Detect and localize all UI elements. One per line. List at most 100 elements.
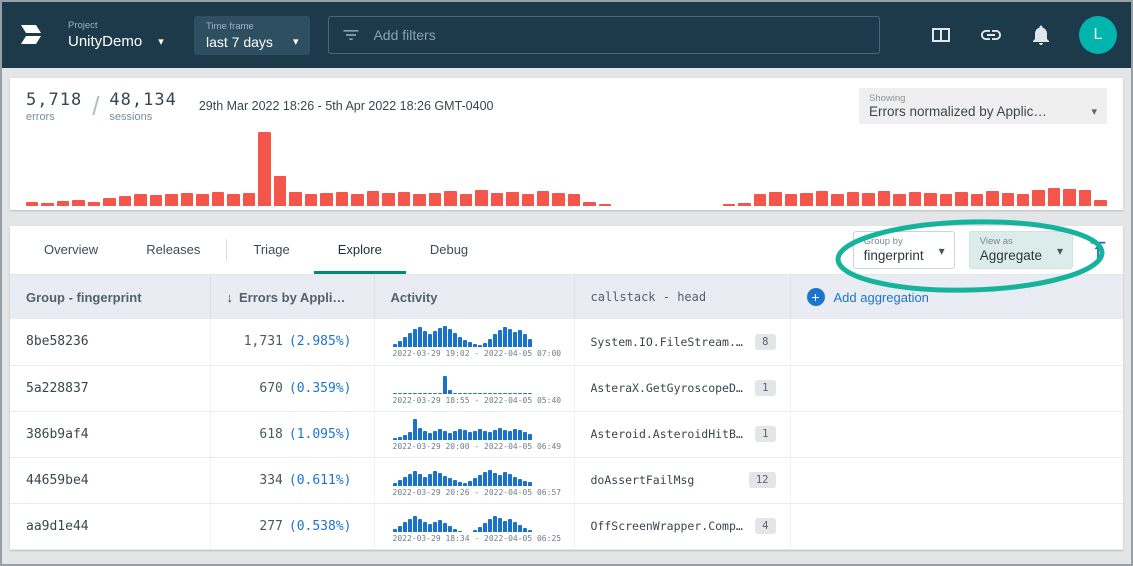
activity-cell: 2022-03-29 18:55 - 2022-04-05 05:40 (374, 365, 574, 411)
filter-input[interactable] (371, 26, 867, 44)
chevron-down-icon: ▾ (293, 35, 299, 48)
table-row[interactable]: 8be58236 1,731(2.985%) 2022-03-29 19:02 … (10, 319, 1123, 365)
plus-icon: + (807, 288, 825, 306)
avatar-letter: L (1094, 26, 1103, 44)
activity-range: 2022-03-29 20:00 - 2022-04-05 06:49 (393, 442, 573, 451)
activity-range: 2022-03-29 20:26 - 2022-04-05 06:57 (393, 488, 573, 497)
fingerprint-cell[interactable]: aa9d1e44 (10, 503, 210, 549)
count-badge: 1 (755, 426, 775, 442)
project-value: UnityDemo (68, 33, 142, 50)
timeframe-label: Time frame (206, 21, 298, 32)
filter-bar[interactable] (328, 16, 880, 54)
view-as-label: View as (980, 236, 1042, 247)
callstack-text: OffScreenWrapper.Compe… (591, 519, 748, 533)
tabs-bar: Overview Releases Triage Explore Debug G… (10, 226, 1123, 275)
link-icon[interactable] (979, 23, 1003, 47)
group-by-dropdown[interactable]: Group by fingerprint ▾ (853, 231, 955, 269)
activity-sparkline (393, 510, 543, 532)
activity-cell: 2022-03-29 19:02 - 2022-04-05 07:00 (374, 319, 574, 365)
stats-row: 5,718 errors / 48,134 sessions 29th Mar … (26, 86, 1107, 126)
explore-controls: Group by fingerprint ▾ View as Aggregate… (853, 231, 1113, 269)
aggregation-cell (790, 365, 1123, 411)
errors-cell: 618(1.095%) (210, 411, 374, 457)
count-badge: 12 (749, 472, 776, 488)
timeframe-value: last 7 days (206, 34, 273, 50)
stats-panel: 5,718 errors / 48,134 sessions 29th Mar … (10, 78, 1123, 210)
aggregation-cell (790, 411, 1123, 457)
tab-debug[interactable]: Debug (406, 226, 492, 274)
tab-triage[interactable]: Triage (229, 226, 313, 274)
activity-range: 2022-03-29 18:55 - 2022-04-05 05:40 (393, 396, 573, 405)
errors-histogram[interactable] (26, 130, 1107, 206)
tab-explore[interactable]: Explore (314, 226, 406, 274)
layout-columns-icon[interactable] (929, 23, 953, 47)
sessions-count: 48,134 (109, 90, 176, 110)
chevron-down-icon: ▾ (1091, 105, 1097, 118)
activity-sparkline (393, 418, 543, 440)
callstack-text: AsteraX.GetGyroscopeDe… (591, 381, 748, 395)
activity-cell: 2022-03-29 20:26 - 2022-04-05 06:57 (374, 457, 574, 503)
fingerprint-cell[interactable]: 386b9af4 (10, 411, 210, 457)
callstack-cell: System.IO.FileStream.… 8 (574, 319, 790, 365)
filter-icon (341, 25, 361, 45)
callstack-cell: doAssertFailMsg 12 (574, 457, 790, 503)
table-row[interactable]: 386b9af4 618(1.095%) 2022-03-29 20:00 - … (10, 411, 1123, 457)
count-badge: 4 (755, 518, 775, 534)
errors-cell: 1,731(2.985%) (210, 319, 374, 365)
chevron-down-icon: ▾ (939, 244, 945, 258)
aggregation-cell (790, 503, 1123, 549)
activity-range: 2022-03-29 19:02 - 2022-04-05 07:00 (393, 349, 573, 358)
errors-label: errors (26, 111, 82, 123)
table-row[interactable]: 44659be4 334(0.611%) 2022-03-29 20:26 - … (10, 457, 1123, 503)
fingerprint-cell[interactable]: 8be58236 (10, 319, 210, 365)
errors-count: 5,718 (26, 90, 82, 110)
timeframe-selector[interactable]: Time frame last 7 days ▾ (194, 16, 310, 55)
column-header-callstack[interactable]: callstack - head (574, 275, 790, 319)
table-row[interactable]: aa9d1e44 277(0.538%) 2022-03-29 18:34 - … (10, 503, 1123, 549)
topbar-actions: L (929, 16, 1117, 54)
column-header-add-aggregation: + Add aggregation (790, 275, 1123, 319)
project-selector[interactable]: Project UnityDemo ▾ (68, 20, 176, 50)
errors-stat: 5,718 errors (26, 90, 82, 123)
user-avatar[interactable]: L (1079, 16, 1117, 54)
tab-overview[interactable]: Overview (20, 226, 122, 274)
showing-label: Showing (869, 93, 1097, 104)
view-as-dropdown[interactable]: View as Aggregate ▾ (969, 231, 1073, 269)
chevron-down-icon: ▾ (158, 35, 164, 48)
aggregation-cell (790, 319, 1123, 365)
callstack-cell: AsteraX.GetGyroscopeDe… 1 (574, 365, 790, 411)
activity-cell: 2022-03-29 18:34 - 2022-04-05 06:25 (374, 503, 574, 549)
callstack-text: Asteroid.AsteroidHitBy… (591, 427, 748, 441)
view-as-value: Aggregate (980, 248, 1042, 263)
fingerprint-cell[interactable]: 44659be4 (10, 457, 210, 503)
callstack-text: System.IO.FileStream.… (591, 335, 743, 349)
callstack-text: doAssertFailMsg (591, 473, 695, 487)
activity-cell: 2022-03-29 20:00 - 2022-04-05 06:49 (374, 411, 574, 457)
count-badge: 8 (755, 334, 775, 350)
date-range: 29th Mar 2022 18:26 - 5th Apr 2022 18:26… (199, 99, 494, 113)
activity-sparkline (393, 372, 543, 394)
stat-divider: / (92, 91, 99, 122)
aggregates-table: Group - fingerprint ↓Errors by Appli… Ac… (10, 275, 1123, 550)
showing-dropdown[interactable]: Showing Errors normalized by Applic… ▾ (859, 88, 1107, 124)
group-by-label: Group by (864, 236, 924, 247)
backtrace-logo (16, 18, 50, 52)
callstack-cell: Asteroid.AsteroidHitBy… 1 (574, 411, 790, 457)
table-row[interactable]: 5a228837 670(0.359%) 2022-03-29 18:55 - … (10, 365, 1123, 411)
sessions-stat: 48,134 sessions (109, 90, 176, 123)
showing-value: Errors normalized by Applic… (869, 104, 1047, 119)
backtrace-console: Project UnityDemo ▾ Time frame last 7 da… (0, 0, 1133, 566)
bell-icon[interactable] (1029, 23, 1053, 47)
column-header-errors[interactable]: ↓Errors by Appli… (210, 275, 374, 319)
add-aggregation-button[interactable]: + Add aggregation (807, 288, 1124, 306)
fingerprint-cell[interactable]: 5a228837 (10, 365, 210, 411)
sessions-label: sessions (109, 111, 176, 123)
group-by-value: fingerprint (864, 248, 924, 263)
activity-sparkline (393, 325, 543, 347)
scroll-to-top-icon[interactable] (1087, 239, 1109, 261)
column-header-fingerprint[interactable]: Group - fingerprint (10, 275, 210, 319)
tab-releases[interactable]: Releases (122, 226, 224, 274)
top-bar: Project UnityDemo ▾ Time frame last 7 da… (2, 2, 1131, 68)
count-badge: 1 (755, 380, 775, 396)
column-header-activity[interactable]: Activity (374, 275, 574, 319)
